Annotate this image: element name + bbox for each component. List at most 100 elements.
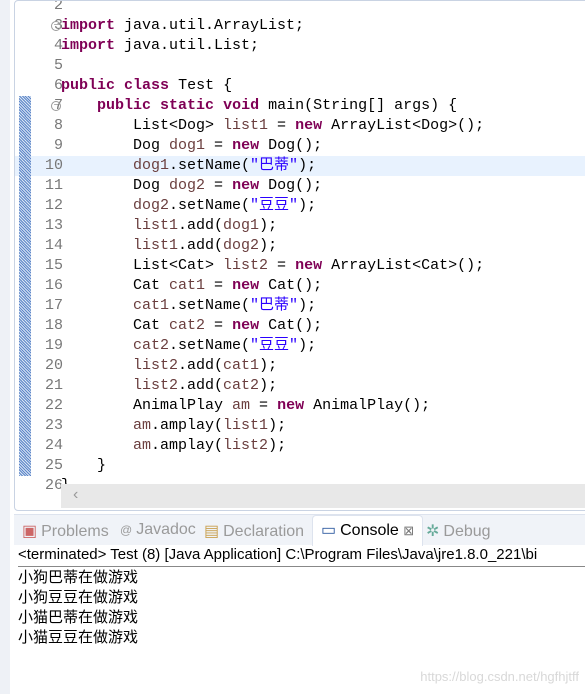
code-token: =	[205, 137, 233, 154]
code-token: list1	[223, 417, 269, 434]
code-line[interactable]: 2	[15, 0, 585, 16]
code-line[interactable]: 14 list1.add(dog2);	[15, 236, 585, 256]
code-token: );	[268, 417, 287, 434]
code-token: dog2	[133, 197, 170, 214]
watermark: https://blog.csdn.net/hgfhjtff	[420, 669, 579, 684]
code-token: =	[205, 177, 233, 194]
close-icon[interactable]: ⊠	[403, 523, 414, 538]
tab-label: Console	[340, 522, 399, 539]
code-token: Test {	[178, 77, 233, 94]
code-line[interactable]: 21 list2.add(cat2);	[15, 376, 585, 396]
code-token: cat1	[169, 277, 206, 294]
code-text: list2.add(cat1);	[61, 356, 277, 376]
line-number: 20	[44, 357, 63, 374]
code-token: java.util.ArrayList;	[124, 17, 305, 34]
code-line[interactable]: 10 dog1.setName("巴蒂");	[15, 156, 585, 176]
code-line[interactable]: 17 cat1.setName("巴蒂");	[15, 296, 585, 316]
code-token: Dog	[61, 137, 170, 154]
code-line[interactable]: 22 AnimalPlay am = new AnimalPlay();	[15, 396, 585, 416]
code-editor[interactable]: 2 3− import java.util.ArrayList; 4 import ja…	[14, 0, 585, 511]
fold-icon[interactable]: −	[51, 21, 61, 31]
console-output[interactable]: 小狗巴蒂在做游戏 小狗豆豆在做游戏 小猫巴蒂在做游戏 小猫豆豆在做游戏	[18, 568, 138, 648]
line-number: 26	[44, 477, 63, 494]
code-text: Dog dog2 = new Dog();	[61, 176, 322, 196]
code-line[interactable]: 7− public static void main(String[] args…	[15, 96, 585, 116]
code-token: .add(	[178, 357, 224, 374]
left-edge	[0, 0, 10, 694]
tab-problems[interactable]: ▣ Problems	[22, 521, 109, 541]
code-line[interactable]: 12 dog2.setName("豆豆");	[15, 196, 585, 216]
code-token: );	[259, 217, 278, 234]
view-tabs: ▣ Problems @ Javadoc ▤ Declaration ▭ Console…	[14, 514, 585, 546]
code-text: Dog dog1 = new Dog();	[61, 136, 322, 156]
code-text: List<Dog> list1 = new ArrayList<Dog>();	[61, 116, 484, 136]
code-token: ArrayList<Dog>();	[331, 117, 485, 134]
code-token: cat2	[133, 337, 170, 354]
code-line[interactable]: 8 List<Dog> list1 = new ArrayList<Dog>()…	[15, 116, 585, 136]
output-line: 小猫豆豆在做游戏	[18, 629, 139, 646]
line-number: 23	[44, 417, 63, 434]
code-line[interactable]: 24 am.amplay(list2);	[15, 436, 585, 456]
code-line[interactable]: 25 }	[15, 456, 585, 476]
code-line[interactable]: 4 import java.util.List;	[15, 36, 585, 56]
code-line[interactable]: 20 list2.add(cat1);	[15, 356, 585, 376]
code-line[interactable]: 19 cat2.setName("豆豆");	[15, 336, 585, 356]
tab-javadoc[interactable]: @ Javadoc	[120, 521, 196, 539]
code-text: Cat cat1 = new Cat();	[61, 276, 322, 296]
code-token: );	[259, 357, 278, 374]
tab-debug[interactable]: ✲ Debug	[426, 521, 491, 541]
divider	[18, 566, 585, 567]
code-line[interactable]: 23 am.amplay(list1);	[15, 416, 585, 436]
code-text: am.amplay(list2);	[61, 436, 286, 456]
code-token: main(String[] args) {	[268, 97, 458, 114]
output-line: 小狗豆豆在做游戏	[18, 589, 139, 606]
tab-console[interactable]: ▭ Console ⊠	[312, 515, 424, 546]
code-token: public	[61, 77, 116, 94]
line-number: 12	[44, 197, 63, 214]
line-number: 10	[44, 157, 63, 174]
code-line[interactable]: 6 public class Test {	[15, 76, 585, 96]
code-token: dog1	[169, 137, 206, 154]
tab-label: Debug	[443, 523, 491, 540]
code-token: =	[268, 117, 296, 134]
code-line[interactable]: 5	[15, 56, 585, 76]
code-text: public static void main(String[] args) {	[61, 96, 457, 116]
code-token: .amplay(	[151, 437, 224, 454]
code-token: "巴蒂"	[250, 297, 299, 314]
scroll-left-icon[interactable]: ‹	[73, 486, 78, 504]
code-token: import	[61, 37, 116, 54]
code-token: list1	[133, 237, 179, 254]
fold-icon[interactable]: −	[51, 101, 61, 111]
code-token: );	[259, 237, 278, 254]
code-token: .add(	[178, 377, 224, 394]
line-number: 2	[53, 0, 63, 14]
code-token: new	[277, 397, 305, 414]
code-token: .setName(	[169, 197, 251, 214]
code-text: list1.add(dog1);	[61, 216, 277, 236]
code-token: am	[133, 437, 152, 454]
code-text: import java.util.List;	[61, 36, 259, 56]
code-line[interactable]: 3− import java.util.ArrayList;	[15, 16, 585, 36]
code-line[interactable]: 11 Dog dog2 = new Dog();	[15, 176, 585, 196]
code-token: "豆豆"	[250, 197, 299, 214]
code-token: .setName(	[169, 337, 251, 354]
code-line[interactable]: 16 Cat cat1 = new Cat();	[15, 276, 585, 296]
code-token: );	[298, 337, 317, 354]
code-line[interactable]: 13 list1.add(dog1);	[15, 216, 585, 236]
bug-icon: ✲	[426, 523, 440, 540]
code-line[interactable]: 9 Dog dog1 = new Dog();	[15, 136, 585, 156]
code-lines[interactable]: 2 3− import java.util.ArrayList; 4 import ja…	[15, 0, 585, 496]
line-number: 18	[44, 317, 63, 334]
code-token: .setName(	[169, 297, 251, 314]
tab-declaration[interactable]: ▤ Declaration	[204, 521, 304, 541]
horizontal-scrollbar[interactable]: ‹	[61, 484, 585, 508]
code-line[interactable]: 15 List<Cat> list2 = new ArrayList<Cat>(…	[15, 256, 585, 276]
code-token: new	[232, 137, 260, 154]
code-line[interactable]: 18 Cat cat2 = new Cat();	[15, 316, 585, 336]
code-text: List<Cat> list2 = new ArrayList<Cat>();	[61, 256, 484, 276]
code-token: java.util.List;	[124, 37, 260, 54]
